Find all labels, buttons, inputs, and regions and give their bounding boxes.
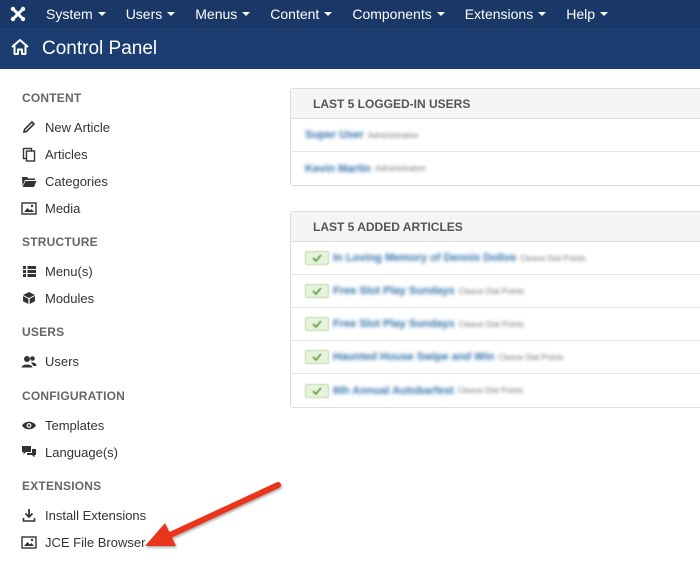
list-item: Haunted House Swipe and Win Cleave Dial … — [291, 341, 700, 374]
sidebar-item-label: JCE File Browser — [45, 534, 146, 550]
image-icon — [20, 534, 38, 550]
sidebar-item-menus[interactable]: Menu(s) — [20, 260, 93, 282]
article-author: Cleave Dial Points — [458, 319, 525, 329]
published-check-icon[interactable] — [305, 350, 329, 364]
menu-users[interactable]: Users — [116, 0, 186, 28]
page-header: Control Panel — [0, 28, 700, 69]
menu-label: Components — [352, 6, 432, 22]
caret-down-icon — [324, 12, 333, 16]
article-author: Cleave Dial Points — [520, 253, 586, 263]
sidebar-item-languages[interactable]: Language(s) — [20, 441, 118, 463]
list-icon — [20, 263, 38, 279]
download-icon — [20, 507, 38, 523]
menu-label: Menus — [195, 6, 238, 22]
menu-label: Help — [566, 6, 595, 22]
caret-down-icon — [600, 12, 608, 16]
list-item: In Loving Memory of Dennis Dolive Cleave… — [291, 242, 700, 275]
sidebar-item-label: Categories — [45, 173, 108, 189]
page-title: Control Panel — [42, 37, 158, 59]
sidebar-item-label: Menu(s) — [45, 263, 93, 279]
sidebar-item-media[interactable]: Media — [20, 197, 80, 219]
sidebar-item-jce-file-browser[interactable]: JCE File Browser — [20, 531, 145, 553]
menu-label: System — [46, 6, 93, 22]
joomla-logo-icon[interactable] — [0, 0, 36, 28]
caret-down-icon — [538, 12, 547, 16]
sidebar-item-articles[interactable]: Articles — [20, 143, 88, 165]
user-link[interactable]: Super User — [305, 129, 364, 141]
image-icon — [20, 200, 38, 216]
menu-system[interactable]: System — [36, 0, 116, 28]
sidebar-item-new-article[interactable]: New Article — [20, 116, 110, 138]
menu-extensions[interactable]: Extensions — [455, 0, 556, 28]
sidebar-item-install-extensions[interactable]: Install Extensions — [20, 504, 146, 526]
user-location: Administration — [375, 164, 426, 173]
menu-label: Content — [270, 6, 320, 22]
article-link[interactable]: 6th Annual Autobarfest — [333, 385, 454, 397]
section-label-structure: STRUCTURE — [22, 235, 98, 249]
article-author: Cleave Dial Points — [457, 386, 524, 395]
article-link[interactable]: Free Slot Play Sundays — [333, 285, 455, 297]
sidebar-item-label: Install Extensions — [45, 507, 147, 523]
menu-menus[interactable]: Menus — [185, 0, 260, 28]
sidebar-item-templates[interactable]: Templates — [20, 414, 104, 436]
top-menu-bar: System Users Menus Content Components Ex… — [0, 0, 700, 28]
article-link[interactable]: In Loving Memory of Dennis Dolive — [333, 252, 516, 264]
published-check-icon[interactable] — [305, 251, 329, 265]
users-icon — [20, 353, 38, 369]
sidebar-item-label: Templates — [45, 417, 105, 433]
published-check-icon[interactable] — [305, 317, 329, 331]
published-check-icon[interactable] — [305, 383, 329, 398]
published-check-icon[interactable] — [305, 284, 329, 298]
menu-components[interactable]: Components — [342, 0, 454, 28]
caret-down-icon — [97, 12, 106, 16]
list-item: Super User Administration — [291, 119, 700, 152]
user-location: Administration — [367, 130, 419, 140]
caret-down-icon — [242, 12, 251, 16]
caret-down-icon — [436, 12, 445, 16]
sidebar-item-label: Modules — [45, 290, 95, 306]
menu-label: Users — [125, 6, 163, 22]
logged-in-users-panel: LAST 5 LOGGED-IN USERS Super User Admini… — [290, 88, 700, 186]
section-label-configuration: CONFIGURATION — [22, 389, 126, 403]
sidebar-item-categories[interactable]: Categories — [20, 170, 108, 192]
menu-content[interactable]: Content — [260, 0, 342, 28]
copy-icon — [20, 146, 38, 162]
pencil-icon — [20, 119, 38, 135]
menu-label: Extensions — [464, 6, 534, 22]
sidebar-item-label: Media — [45, 200, 81, 216]
added-articles-panel: LAST 5 ADDED ARTICLES In Loving Memory o… — [290, 211, 700, 408]
article-author: Cleave Dial Points — [498, 352, 564, 362]
panel-title: LAST 5 ADDED ARTICLES — [291, 212, 700, 242]
sidebar-item-users[interactable]: Users — [20, 350, 79, 372]
article-link[interactable]: Free Slot Play Sundays — [333, 318, 455, 330]
menu-help[interactable]: Help — [556, 0, 618, 28]
article-author: Cleave Dial Points — [458, 286, 525, 296]
home-icon — [10, 38, 30, 59]
sidebar-item-label: Users — [45, 353, 79, 369]
list-item: Kevin Martin Administration — [291, 152, 700, 185]
panel-title: LAST 5 LOGGED-IN USERS — [291, 89, 700, 119]
list-item: Free Slot Play Sundays Cleave Dial Point… — [291, 275, 700, 308]
caret-down-icon — [167, 12, 176, 16]
sidebar-item-label: Articles — [45, 146, 88, 162]
list-item: 6th Annual Autobarfest Cleave Dial Point… — [291, 374, 700, 407]
section-label-content: CONTENT — [22, 91, 82, 105]
sidebar-item-label: Language(s) — [45, 444, 118, 460]
sidebar-item-modules[interactable]: Modules — [20, 287, 94, 309]
article-link[interactable]: Haunted House Swipe and Win — [333, 351, 494, 363]
user-link[interactable]: Kevin Martin — [305, 163, 371, 175]
section-label-users: USERS — [22, 325, 65, 339]
cube-icon — [20, 290, 38, 306]
list-item: Free Slot Play Sundays Cleave Dial Point… — [291, 308, 700, 341]
sidebar-item-label: New Article — [45, 119, 111, 135]
comments-icon — [20, 444, 38, 460]
section-label-extensions: EXTENSIONS — [22, 479, 102, 493]
eye-icon — [20, 417, 38, 433]
folder-icon — [20, 173, 38, 189]
